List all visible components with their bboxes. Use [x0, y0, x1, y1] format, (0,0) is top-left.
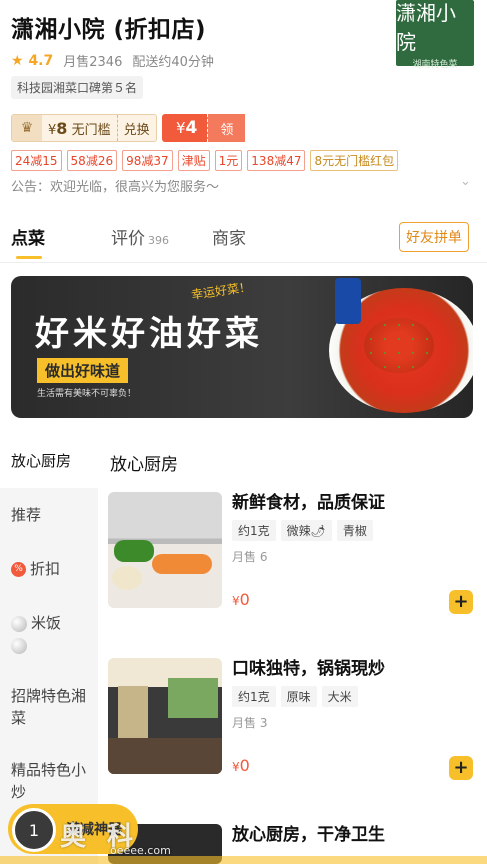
- dish-sold: 月售 3: [232, 716, 268, 730]
- dish-price: ¥0: [232, 756, 250, 775]
- rating: ★ 4.7: [11, 52, 54, 69]
- bottom-bar: [0, 856, 487, 864]
- rice-icon: [11, 637, 27, 654]
- tab-indicator: [16, 256, 42, 259]
- group-order-button[interactable]: 好友拼单: [399, 222, 469, 252]
- dish-sold: 月售 6: [232, 550, 268, 564]
- soda-can-image: [335, 278, 361, 324]
- banner-subtitle: 做出好味道: [37, 358, 129, 383]
- discount-icon: %: [11, 562, 26, 577]
- claim-button[interactable]: 领: [207, 114, 246, 142]
- shop-meta: ★ 4.7 月售2346 配送约40分钟: [11, 51, 214, 71]
- monthly-sales: 月售2346: [63, 55, 123, 70]
- banner-small-text: 生活需有美味不可辜负！: [37, 389, 137, 399]
- dish-tag: 大米: [321, 686, 358, 707]
- promo-tag: 津贴: [177, 150, 210, 171]
- rice-icon: [11, 615, 27, 632]
- bowl-image: [112, 566, 142, 590]
- add-to-cart-button[interactable]: +: [449, 756, 473, 780]
- promo-banner[interactable]: 幸运好菜！ 好米好油好菜 做出好味道 生活需有美味不可辜负！: [11, 276, 473, 418]
- banner-tagline: 幸运好菜！: [190, 279, 252, 303]
- divider: [0, 262, 487, 263]
- sidebar-item-label: 米饭: [31, 614, 62, 632]
- coupon-amount: ¥4: [162, 118, 207, 138]
- exchange-button[interactable]: 兑换: [116, 115, 156, 141]
- dish-tag: 约1克: [232, 520, 276, 541]
- rating-value: 4.7: [28, 52, 54, 69]
- sidebar-item-discount[interactable]: % 折扣: [11, 558, 91, 580]
- rank-badge[interactable]: 科技园湘菜口碑第５名: [11, 76, 144, 99]
- reviews-count: 396: [148, 234, 169, 247]
- banner-title: 好米好油好菜: [35, 314, 263, 354]
- dish-name[interactable]: 放心厨房，干净卫生: [232, 820, 385, 845]
- tab-reviews[interactable]: 评价 396: [111, 224, 169, 249]
- dish-name[interactable]: 口味独特，锅锅現炒: [232, 654, 385, 679]
- vip-voucher[interactable]: ♛ ¥8 无门槛 兑换: [11, 114, 157, 142]
- dish-tags: 约1克 原味 大米: [232, 686, 358, 707]
- price-value: 0: [239, 756, 250, 775]
- sidebar-item-specialty[interactable]: 精品特色小炒: [11, 759, 91, 803]
- coupon[interactable]: ¥4 领: [162, 114, 246, 142]
- shop-logo: 潇湘小院 湖南特色菜: [396, 0, 474, 70]
- logo-text: 潇湘小院: [396, 0, 456, 54]
- carrot-image: [152, 554, 212, 574]
- promo-tag: 24减15: [11, 150, 62, 171]
- sidebar-header: 放心厨房: [11, 452, 72, 470]
- tab-merchant[interactable]: 商家: [212, 224, 246, 249]
- vip-label: 无门槛: [71, 122, 111, 138]
- add-to-cart-button[interactable]: +: [449, 590, 473, 614]
- price-currency: ¥: [232, 760, 240, 774]
- dish-image[interactable]: [108, 658, 222, 774]
- promo-tags[interactable]: 24减15 58减26 98减37 津贴 1元 138减47 8元无门槛红包: [11, 150, 399, 171]
- promo-tag: 58减26: [66, 150, 118, 171]
- window-image: [118, 686, 148, 746]
- dish-tag: 青椒: [336, 520, 373, 541]
- dish-tag: 原味: [280, 686, 317, 707]
- dish-tag: 约1克: [232, 686, 276, 707]
- sidebar-item-label: 折扣: [30, 560, 61, 578]
- promo-tag: 138减47: [247, 150, 306, 171]
- plant-image: [168, 678, 218, 718]
- shop-name: 潇湘小院 (折扣店): [11, 17, 207, 43]
- dish-tag: 微辣🌶: [280, 520, 332, 541]
- promo-tag: 1元: [214, 150, 243, 171]
- dish-tags: 约1克 微辣🌶 青椒: [232, 520, 373, 541]
- promo-tag: 98减37: [122, 150, 173, 171]
- delivery-time: 配送约40分钟: [132, 55, 214, 70]
- cart-icon[interactable]: 1: [12, 808, 56, 852]
- notice[interactable]: 公告：欢迎光临，很高兴为您服务～: [11, 176, 219, 195]
- tab-reviews-label: 评价: [111, 229, 145, 249]
- pepper-image: [114, 540, 154, 562]
- crown-icon: ♛: [12, 115, 42, 141]
- tab-order[interactable]: 点菜: [11, 224, 45, 249]
- promo-tag: 8元无门槛红包: [310, 150, 399, 171]
- table-image: [108, 738, 222, 774]
- coupon-value: 4: [185, 118, 198, 138]
- price-value: 0: [239, 590, 250, 609]
- sidebar-item-signature[interactable]: 招牌特色湘菜: [11, 685, 91, 729]
- sidebar-item-recommend[interactable]: 推荐: [11, 504, 91, 526]
- sidebar-item-rice[interactable]: 米饭: [11, 612, 91, 656]
- vip-value: 8: [56, 118, 68, 138]
- vip-amount: ¥8 无门槛: [42, 119, 117, 138]
- dish-name[interactable]: 新鲜食材，品质保证: [232, 488, 385, 513]
- dish-price: ¥0: [232, 590, 250, 609]
- price-currency: ¥: [232, 594, 240, 608]
- dish-image[interactable]: [108, 492, 222, 608]
- logo-subtext: 湖南特色菜: [412, 59, 458, 70]
- chevron-down-icon[interactable]: ⌄: [460, 174, 471, 189]
- coupon-currency: ¥: [176, 119, 186, 137]
- section-header: 放心厨房: [110, 455, 178, 475]
